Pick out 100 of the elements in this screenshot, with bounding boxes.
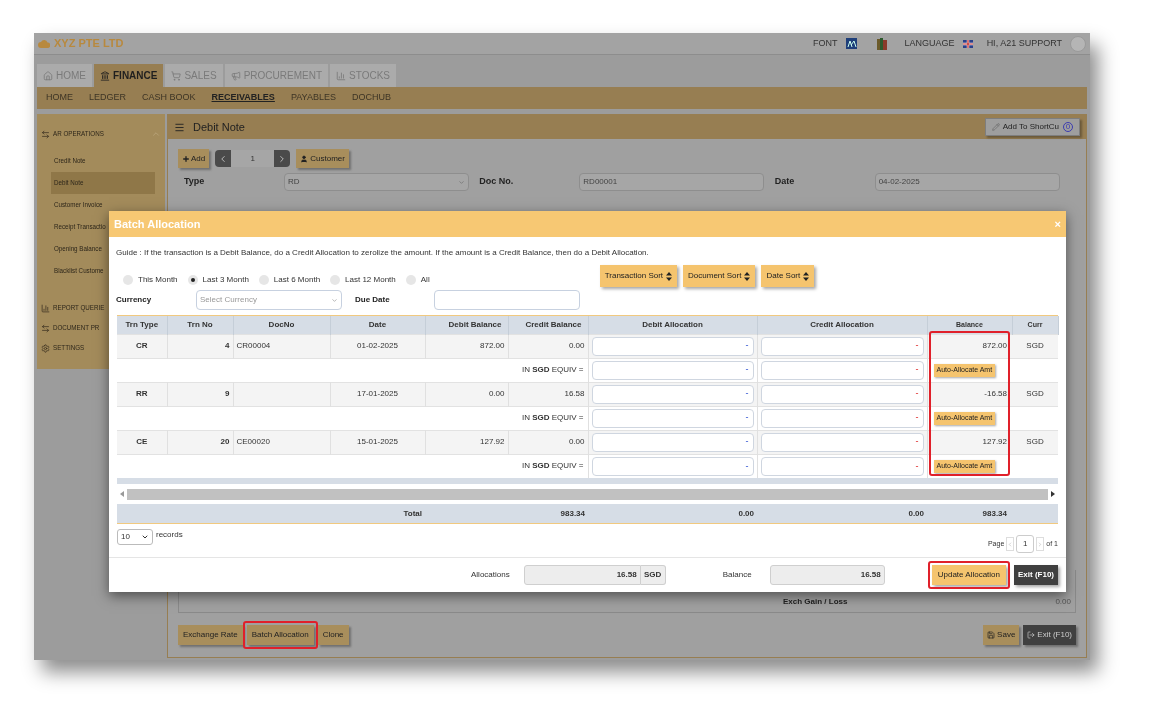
floppy-icon	[987, 631, 996, 639]
field-label: Type	[184, 175, 206, 189]
sidebar-item-label: Debit Note	[54, 177, 84, 189]
allocation-field[interactable]: -	[760, 408, 924, 428]
sort-icon	[666, 271, 673, 281]
sidebar-section-title[interactable]: SETTINGS	[53, 342, 85, 354]
page-field[interactable]: 1	[1016, 535, 1035, 554]
allocation-field[interactable]: -	[760, 384, 924, 404]
allocation-field[interactable]: -	[591, 336, 754, 356]
sub-nav-link[interactable]: DOCHUB	[351, 91, 391, 105]
select-field[interactable]: RD	[284, 173, 469, 191]
flag-icon[interactable]	[962, 39, 973, 48]
books-icon[interactable]	[876, 37, 887, 50]
radio-label[interactable]: Last 3 Month	[202, 274, 249, 287]
sub-nav-link[interactable]: HOME	[46, 91, 73, 105]
equiv-label: IN SGD EQUIV =	[521, 413, 584, 423]
table-cell: CR00004	[236, 341, 271, 351]
previous-button[interactable]	[215, 150, 232, 167]
sidebar-item[interactable]: Customer Invoice	[51, 194, 155, 216]
save-button[interactable]: Save	[983, 625, 1020, 645]
allocation-field[interactable]: -	[760, 432, 924, 452]
radio-label[interactable]: Last 6 Month	[273, 274, 321, 287]
sidebar-section-title[interactable]: DOCUMENT PR	[53, 322, 100, 334]
text-field[interactable]: RD00001	[579, 173, 765, 191]
radio-button[interactable]	[123, 275, 133, 286]
radio-button[interactable]	[330, 275, 341, 286]
font-size-icon[interactable]	[845, 38, 857, 49]
language-label: LANGUAGE	[904, 36, 955, 50]
radio-label[interactable]: Last 12 Month	[345, 274, 396, 287]
record-field[interactable]: 1	[231, 150, 275, 167]
radio-button[interactable]	[187, 275, 198, 286]
next-page-button[interactable]	[1036, 537, 1045, 552]
radio-label[interactable]: This Month	[138, 274, 178, 287]
equiv-label: IN SGD EQUIV =	[521, 461, 584, 471]
sidebar-item[interactable]: Credit Note	[51, 150, 155, 172]
sort-icon	[803, 271, 810, 281]
action-button[interactable]: Batch Allocation	[246, 625, 314, 645]
field-label: Date	[774, 175, 796, 189]
radio-button[interactable]	[258, 275, 269, 286]
due-date-label: Due Date	[355, 294, 391, 307]
sub-nav-link[interactable]: CASH BOOK	[142, 91, 196, 105]
currency-select[interactable]: Select Currency	[196, 290, 342, 311]
action-button[interactable]: Clone	[317, 625, 349, 645]
sort-icon	[744, 271, 751, 281]
sidebar-section-title[interactable]: REPORT QUERIE	[53, 302, 105, 314]
exit-button[interactable]: Exit (F10)	[1023, 625, 1076, 645]
sub-nav-link[interactable]: LEDGER	[89, 91, 126, 105]
shortcut-button[interactable]: Add To ShortCu 0	[984, 118, 1080, 136]
exit-button[interactable]: Exit (F10)	[1014, 565, 1058, 586]
customer-button[interactable]: Customer	[296, 149, 349, 168]
sub-nav-link[interactable]: RECEIVABLES	[211, 91, 275, 105]
cloud-icon	[38, 39, 50, 48]
allocation-field[interactable]: -	[591, 408, 754, 428]
table-cell: 127.92	[927, 430, 1012, 455]
total-cell-text: 983.34	[559, 507, 586, 520]
allocation-field[interactable]: -	[760, 360, 924, 380]
section-icon	[41, 303, 50, 313]
action-button[interactable]: Exchange Rate	[178, 625, 243, 645]
sort-button[interactable]: Date Sort	[761, 265, 815, 288]
total-label: Total	[402, 507, 423, 520]
allocation-field[interactable]: -	[591, 360, 754, 380]
user-greeting[interactable]: HI, A21 SUPPORT	[986, 36, 1062, 51]
exch-label: Exch Gain / Loss	[783, 596, 848, 608]
tab-icon	[230, 70, 241, 81]
total-cell-text: 0.00	[907, 507, 925, 520]
due-date-field[interactable]	[434, 290, 580, 311]
section-icon	[41, 323, 50, 333]
tab-icon	[43, 70, 53, 81]
table-cell: 872.00	[927, 334, 1012, 359]
radio-button[interactable]	[405, 275, 416, 286]
previous-page-button[interactable]	[1006, 537, 1015, 552]
scroll-left-icon	[120, 491, 124, 498]
person-icon	[300, 154, 309, 163]
sidebar-item-label: Customer Invoice	[54, 199, 103, 211]
next-button[interactable]	[274, 150, 291, 167]
sidebar-item[interactable]: Debit Note	[51, 172, 155, 194]
sidebar-section-title[interactable]: AR OPERATIONS	[53, 128, 104, 140]
radio-label[interactable]: All	[420, 274, 430, 287]
font-label: FONT	[813, 36, 838, 50]
total-cell-text: 983.34	[981, 507, 1008, 520]
plus-icon	[182, 154, 190, 163]
allocation-field[interactable]: -	[760, 456, 924, 476]
next-icon	[1037, 540, 1044, 548]
allocation-field[interactable]: -	[760, 336, 924, 356]
avatar[interactable]	[1070, 35, 1086, 52]
section-icon	[41, 343, 50, 353]
allocation-field[interactable]: -	[591, 456, 754, 476]
sort-button[interactable]: Transaction Sort	[599, 265, 678, 288]
page-size-select[interactable]: 10	[117, 529, 153, 546]
total-cell-text: 0.00	[737, 507, 755, 520]
add-button[interactable]: Add	[178, 149, 210, 168]
sub-nav-link[interactable]: PAYABLES	[290, 91, 336, 105]
allocations-label: Allocations	[471, 569, 510, 582]
tab-icon	[336, 70, 347, 81]
allocation-field[interactable]: -	[591, 432, 754, 452]
main-tab[interactable]: FINANCE	[94, 64, 164, 87]
sort-button[interactable]: Document Sort	[683, 265, 756, 288]
allocation-field[interactable]: -	[591, 384, 754, 404]
update-allocation-button[interactable]: Update Allocation	[931, 565, 1006, 586]
text-field[interactable]: 04-02-2025	[874, 173, 1060, 191]
